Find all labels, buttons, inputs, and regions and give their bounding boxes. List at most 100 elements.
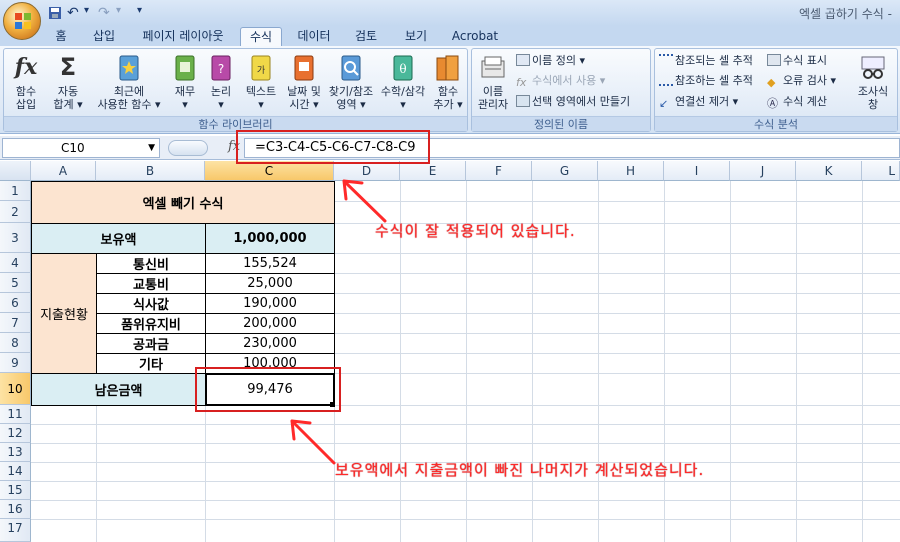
expense-group-cell[interactable]: 지출현황	[31, 253, 97, 374]
row-header-2[interactable]: 2	[0, 201, 31, 223]
row-header-4[interactable]: 4	[0, 253, 31, 273]
expense-label-cell[interactable]: 품위유지비	[96, 313, 206, 334]
recently-used-button[interactable]: 최근에 사용한 함수 ▾	[92, 53, 166, 111]
row-header-6[interactable]: 6	[0, 293, 31, 313]
column-header-f[interactable]: F	[466, 161, 532, 181]
text-label-2: ▾	[258, 98, 264, 111]
tab-formulas[interactable]: 수식	[240, 27, 282, 46]
date-time-button[interactable]: 날짜 및 시간 ▾	[284, 53, 324, 111]
error-checking-button[interactable]: ◆ 오류 검사 ▾	[767, 74, 836, 89]
more-label-2: 추가 ▾	[433, 98, 463, 111]
formula-auditing-group: 참조되는 셀 추적 참조하는 셀 추적 ↙ 연결선 제거 ▾ 수식 표시 ◆ 오류 …	[654, 48, 898, 132]
row-header-15[interactable]: 15	[0, 481, 31, 500]
row-header-8[interactable]: 8	[0, 333, 31, 353]
expense-label-cell[interactable]: 기타	[96, 353, 206, 374]
tab-acrobat[interactable]: Acrobat	[448, 27, 502, 46]
redo-icon[interactable]: ↷	[98, 5, 110, 21]
watch-window-button[interactable]: 조사식 창	[851, 53, 895, 111]
expense-label-cell[interactable]: 교통비	[96, 273, 206, 294]
more-books-icon	[436, 55, 459, 81]
column-header-l[interactable]: L	[862, 161, 900, 181]
gridline-vertical	[730, 181, 731, 542]
tab-home[interactable]: 홈	[48, 27, 74, 46]
expense-value-cell[interactable]: 230,000	[205, 333, 335, 354]
column-header-k[interactable]: K	[796, 161, 862, 181]
error-checking-label: 오류 검사 ▾	[783, 74, 836, 87]
row-header-9[interactable]: 9	[0, 353, 31, 373]
column-header-h[interactable]: H	[598, 161, 664, 181]
row-header-3[interactable]: 3	[0, 223, 31, 253]
tab-insert[interactable]: 삽입	[88, 27, 120, 46]
formula-bar-splitter[interactable]	[168, 140, 208, 156]
tab-view[interactable]: 보기	[400, 27, 432, 46]
expense-value-cell[interactable]: 200,000	[205, 313, 335, 334]
text-functions-button[interactable]: 가 텍스트 ▾	[240, 53, 282, 111]
row-header-1[interactable]: 1	[0, 181, 31, 201]
row-header-14[interactable]: 14	[0, 462, 31, 481]
holdings-value-cell[interactable]: 1,000,000	[205, 223, 335, 254]
undo-icon[interactable]: ↶	[67, 5, 79, 21]
row-header-13[interactable]: 13	[0, 443, 31, 462]
logical-button[interactable]: ? 논리 ▾	[204, 53, 238, 111]
remove-arrows-button[interactable]: ↙ 연결선 제거 ▾	[659, 95, 738, 110]
row-header-16[interactable]: 16	[0, 500, 31, 519]
gridline-vertical	[664, 181, 665, 542]
row-header-11[interactable]: 11	[0, 405, 31, 424]
financial-button[interactable]: 재무 ▾	[168, 53, 202, 111]
redo-dropdown-icon[interactable]: ▾	[116, 5, 121, 21]
trace-dependents-button[interactable]: 참조하는 셀 추적	[659, 74, 753, 88]
trace-precedents-button[interactable]: 참조되는 셀 추적	[659, 54, 753, 68]
create-from-selection-button[interactable]: 선택 영역에서 만들기	[516, 95, 630, 109]
column-header-i[interactable]: I	[664, 161, 730, 181]
column-header-e[interactable]: E	[400, 161, 466, 181]
autosum-button[interactable]: Σ 자동 합계 ▾	[48, 53, 88, 111]
worksheet-grid[interactable]: A B C D E F G H I J K L 1 2 3 4 5 6 7 8 …	[0, 161, 900, 542]
expense-label-cell[interactable]: 식사값	[96, 293, 206, 314]
column-header-b[interactable]: B	[96, 161, 205, 181]
name-box-dropdown-icon[interactable]: ▼	[148, 139, 155, 157]
office-button[interactable]	[3, 2, 41, 40]
expense-value-cell[interactable]: 155,524	[205, 253, 335, 274]
title-cell[interactable]: 엑셀 빼기 수식	[31, 181, 335, 224]
row-header-12[interactable]: 12	[0, 424, 31, 443]
undo-dropdown-icon[interactable]: ▾	[84, 5, 89, 21]
logical-label-2: ▾	[218, 98, 224, 111]
define-name-button[interactable]: 이름 정의 ▾	[516, 54, 585, 68]
column-header-c[interactable]: C	[205, 161, 334, 181]
customize-qat-icon[interactable]: ▾	[137, 5, 142, 21]
column-header-a[interactable]: A	[31, 161, 96, 181]
evaluate-formula-button[interactable]: Ⓐ 수식 계산	[767, 95, 827, 110]
gridline-horizontal	[31, 500, 900, 501]
math-trig-button[interactable]: θ 수학/삼각 ▾	[378, 53, 428, 111]
holdings-label-cell[interactable]: 보유액	[31, 223, 206, 254]
financial-book-icon	[175, 55, 195, 81]
row-header-5[interactable]: 5	[0, 273, 31, 293]
lookup-reference-button[interactable]: 찾기/참조 영역 ▾	[326, 53, 376, 111]
column-header-j[interactable]: J	[730, 161, 796, 181]
annotation-formula-applied: 수식이 잘 적용되어 있습니다.	[375, 222, 576, 240]
expense-value-cell[interactable]: 25,000	[205, 273, 335, 294]
row-header-17[interactable]: 17	[0, 519, 31, 542]
row-header-10[interactable]: 10	[0, 373, 31, 405]
watch-window-label-2: 창	[867, 98, 879, 111]
more-label-1: 함수	[437, 85, 459, 98]
ribbon: fx 함수 삽입 Σ 자동 합계 ▾ 최근에 사용한 함수 ▾ 재무 ▾ ? 논…	[0, 46, 900, 134]
row-header-7[interactable]: 7	[0, 313, 31, 333]
more-functions-button[interactable]: 함수 추가 ▾	[430, 53, 466, 111]
tab-data[interactable]: 데이터	[294, 27, 334, 46]
show-formulas-button[interactable]: 수식 표시	[767, 54, 827, 68]
expense-label-cell[interactable]: 통신비	[96, 253, 206, 274]
tab-page-layout[interactable]: 페이지 레이아웃	[136, 27, 230, 46]
remaining-label-cell[interactable]: 남은금액	[31, 373, 206, 406]
name-box[interactable]: C10 ▼	[2, 138, 160, 158]
select-all-corner[interactable]	[0, 161, 31, 181]
expense-label-cell[interactable]: 공과금	[96, 333, 206, 354]
math-book-icon: θ	[393, 55, 413, 81]
save-icon[interactable]	[48, 5, 62, 21]
insert-function-button[interactable]: fx 함수 삽입	[6, 53, 46, 111]
define-name-label: 이름 정의 ▾	[532, 54, 585, 67]
name-manager-button[interactable]: 이름 관리자	[474, 53, 512, 111]
tab-review[interactable]: 검토	[350, 27, 382, 46]
column-header-g[interactable]: G	[532, 161, 598, 181]
expense-value-cell[interactable]: 190,000	[205, 293, 335, 314]
